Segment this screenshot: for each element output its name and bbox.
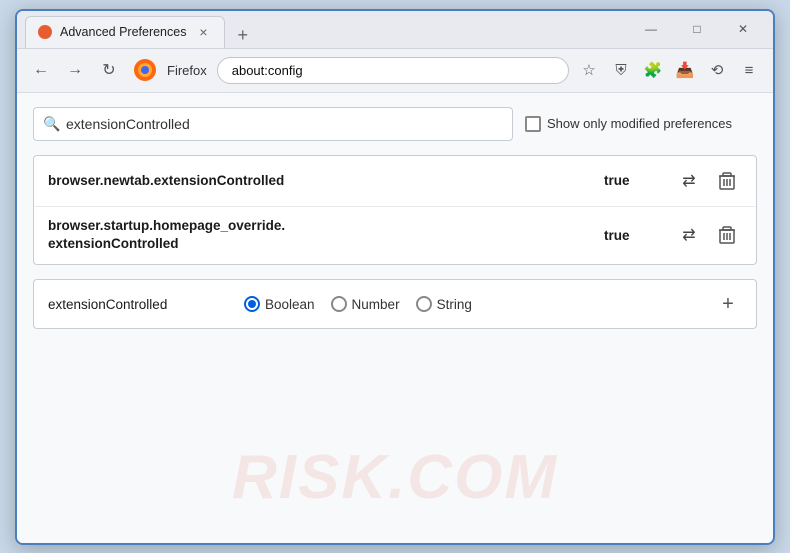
radio-label-number: Number: [352, 297, 400, 312]
radio-label-boolean: Boolean: [265, 297, 315, 312]
trash-icon: [719, 226, 735, 244]
firefox-logo-icon: [133, 58, 157, 82]
radio-circle-number: [331, 296, 347, 312]
delete-button[interactable]: [712, 220, 742, 250]
nav-icons-right: ☆ ⛨ 🧩 📥 ⟲ ≡: [575, 56, 763, 84]
radio-number[interactable]: Number: [331, 296, 400, 312]
radio-circle-boolean: [244, 296, 260, 312]
show-modified-checkbox[interactable]: [525, 116, 541, 132]
tab-area: Advanced Preferences × +: [25, 11, 629, 48]
bookmark-icon[interactable]: ☆: [575, 56, 603, 84]
toggle-button[interactable]: ⇄: [674, 166, 704, 196]
preference-actions: ⇄: [674, 166, 742, 196]
new-tab-button[interactable]: +: [231, 23, 254, 48]
preference-value: true: [604, 173, 644, 188]
window-controls: — □ ✕: [629, 14, 765, 44]
new-preference-row: extensionControlled Boolean Number Strin…: [33, 279, 757, 329]
menu-icon[interactable]: ≡: [735, 56, 763, 84]
forward-button[interactable]: →: [61, 56, 89, 84]
search-row: 🔍 Show only modified preferences: [33, 107, 757, 141]
maximize-button[interactable]: □: [675, 14, 719, 44]
preference-row: browser.newtab.extensionControlled true …: [34, 156, 756, 207]
url-text: about:config: [232, 63, 303, 78]
sync-icon[interactable]: ⟲: [703, 56, 731, 84]
preferences-table: browser.newtab.extensionControlled true …: [33, 155, 757, 266]
delete-button[interactable]: [712, 166, 742, 196]
type-radio-group: Boolean Number String: [244, 296, 472, 312]
downloads-icon[interactable]: 📥: [671, 56, 699, 84]
search-wrapper: 🔍: [33, 107, 513, 141]
preference-search-input[interactable]: [33, 107, 513, 141]
trash-icon: [719, 172, 735, 190]
browser-content: RISK.COM 🔍 Show only modified preference…: [17, 93, 773, 543]
preference-actions: ⇄: [674, 220, 742, 250]
radio-circle-string: [416, 296, 432, 312]
back-button[interactable]: ←: [27, 56, 55, 84]
new-preference-name: extensionControlled: [48, 297, 228, 312]
search-icon: 🔍: [43, 115, 60, 132]
pocket-icon[interactable]: ⛨: [607, 56, 635, 84]
radio-boolean[interactable]: Boolean: [244, 296, 315, 312]
preference-row: browser.startup.homepage_override. exten…: [34, 207, 756, 265]
preference-name: browser.startup.homepage_override. exten…: [48, 217, 604, 255]
show-modified-label[interactable]: Show only modified preferences: [525, 116, 732, 132]
close-button[interactable]: ✕: [721, 14, 765, 44]
reload-button[interactable]: ↻: [95, 56, 123, 84]
url-bar[interactable]: about:config: [217, 57, 569, 84]
active-tab[interactable]: Advanced Preferences ×: [25, 16, 225, 48]
watermark: RISK.COM: [232, 442, 558, 513]
radio-label-string: String: [437, 297, 472, 312]
toggle-button[interactable]: ⇄: [674, 220, 704, 250]
radio-string[interactable]: String: [416, 296, 472, 312]
preference-name: browser.newtab.extensionControlled: [48, 173, 604, 188]
title-bar: Advanced Preferences × + — □ ✕: [17, 11, 773, 49]
tab-favicon-icon: [38, 25, 52, 39]
tab-title: Advanced Preferences: [60, 25, 186, 39]
extensions-icon[interactable]: 🧩: [639, 56, 667, 84]
firefox-brand-name: Firefox: [167, 63, 207, 78]
show-modified-text: Show only modified preferences: [547, 116, 732, 131]
preference-value: true: [604, 228, 644, 243]
minimize-button[interactable]: —: [629, 14, 673, 44]
browser-window: Advanced Preferences × + — □ ✕ ← → ↻ Fir…: [15, 9, 775, 545]
navigation-bar: ← → ↻ Firefox about:config ☆ ⛨ 🧩 📥 ⟲ ≡: [17, 49, 773, 93]
tab-close-button[interactable]: ×: [194, 23, 212, 41]
add-preference-button[interactable]: +: [714, 290, 742, 318]
